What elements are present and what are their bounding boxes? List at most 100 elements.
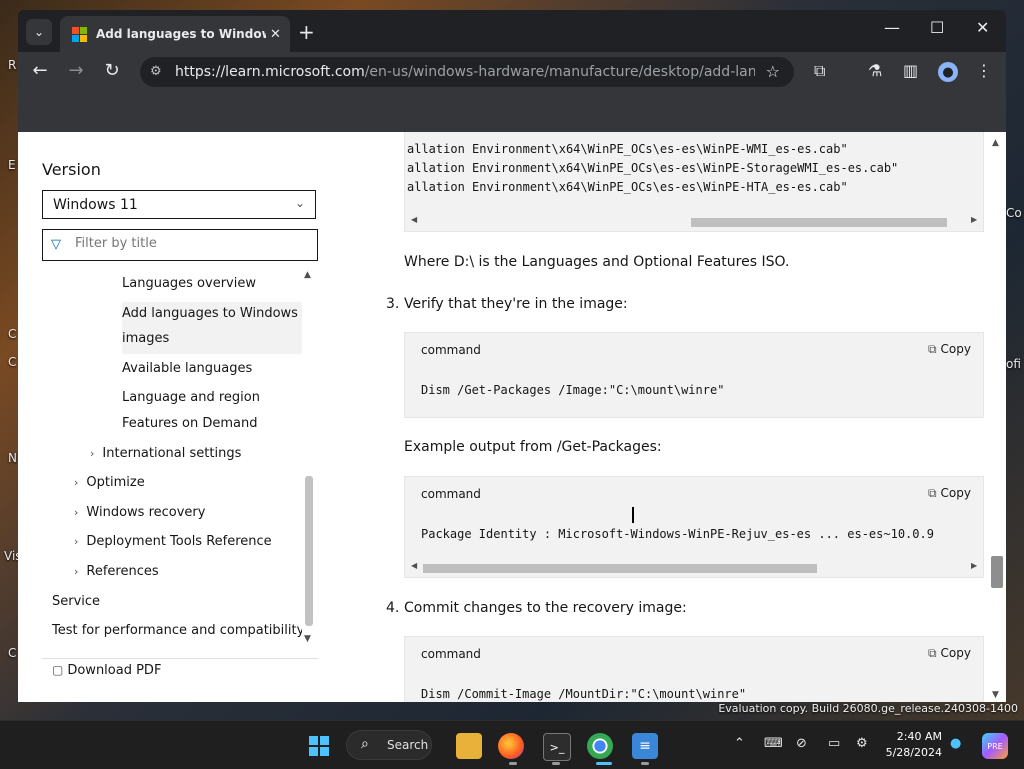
page-scrollbar[interactable]: ▲ ▼ [988,132,1006,702]
scroll-right-icon[interactable]: ▶ [971,561,977,570]
divider [42,658,318,659]
more-menu-icon[interactable]: ⋮ [976,61,992,80]
forward-icon[interactable]: → [64,60,88,81]
browser-tab[interactable]: Add languages to Windows im ✕ [60,16,290,52]
close-tab-icon[interactable]: ✕ [270,27,281,42]
network-off-icon[interactable]: ⊘ [796,736,807,751]
notepad-icon[interactable]: ≡ [632,733,658,759]
pdf-icon: ▢ [52,663,64,677]
windows-start-icon[interactable] [306,733,332,759]
chevron-right-icon: › [90,447,95,460]
file-explorer-icon[interactable] [456,733,482,759]
download-pdf-link[interactable]: ▢ Download PDF [52,663,161,678]
chrome-icon[interactable] [587,733,613,759]
search-label: Search [387,738,429,752]
toc-item-deployment-tools[interactable]: › Deployment Tools Reference [74,534,272,549]
scroll-down-icon[interactable]: ▼ [304,634,311,644]
settings-icon[interactable]: ⚙ [856,736,868,751]
side-panel-icon[interactable]: ▥ [903,61,918,80]
browser-toolbar: ← → ↻ ⚙ https://learn.microsoft.com/en-u… [18,52,1006,92]
copilot-icon[interactable]: PRE [982,733,1008,759]
copy-button[interactable]: ⧉ Copy [928,646,971,661]
copy-button[interactable]: ⧉ Copy [928,342,971,357]
running-indicator [509,762,517,765]
version-label: Version [42,160,101,179]
taskbar-clock[interactable]: 2:40 AM 5/28/2024 [882,729,942,761]
where-paragraph: Where D:\ is the Languages and Optional … [404,254,790,270]
left-sidebar: Version Windows 11 ⌄ ▽ Languages overvie… [18,132,358,702]
chevron-right-icon: › [74,565,79,578]
toc-scroll-thumb[interactable] [305,476,313,626]
display-icon[interactable]: ▭ [828,736,840,751]
filter-box[interactable]: ▽ [42,229,318,261]
bell-icon[interactable]: ● [950,736,961,751]
desktop-label: E [8,158,16,172]
chevron-right-icon: › [74,506,79,519]
copy-button[interactable]: ⧉ Copy [928,486,971,501]
code-header: command ⧉ Copy [405,477,983,511]
version-select[interactable]: Windows 11 ⌄ [42,190,316,219]
step-number: 4. [386,600,400,616]
code-scroll-thumb[interactable] [423,564,817,573]
code-header: command ⧉ Copy [405,637,983,671]
bookmark-bar [18,92,1006,133]
toc-item-add-languages[interactable]: Add languages to Windows [122,306,298,321]
toc-item-languages-overview[interactable]: Languages overview [122,276,256,291]
toc-item-optimize[interactable]: › Optimize [74,475,145,490]
profile-avatar-icon[interactable]: ● [938,62,958,82]
toc-item-international-settings[interactable]: › International settings [90,446,241,461]
scroll-left-icon[interactable]: ◀ [411,215,417,224]
extensions-icon[interactable]: ⧉ [814,61,825,81]
windows-logo-svg [309,736,329,756]
code-hscrollbar[interactable]: ◀ ▶ [405,215,983,229]
scroll-down-icon[interactable]: ▼ [992,690,999,700]
scroll-up-icon[interactable]: ▲ [992,138,999,148]
keyboard-icon[interactable]: ⌨ [764,736,783,751]
maximize-icon[interactable]: ☐ [930,18,944,37]
step-number: 3. [386,296,400,312]
copy-icon: ⧉ [927,342,937,356]
chevron-up-icon[interactable]: ⌃ [734,736,745,751]
back-icon[interactable]: ← [28,60,52,81]
new-tab-button[interactable]: + [298,20,315,44]
scroll-up-icon[interactable]: ▲ [304,270,311,280]
labs-flask-icon[interactable]: ⚗ [868,61,882,80]
toc-item-available-languages[interactable]: Available languages [122,361,252,376]
toc-item-windows-recovery[interactable]: › Windows recovery [74,505,205,520]
scroll-right-icon[interactable]: ▶ [971,215,977,224]
url-text[interactable]: https://learn.microsoft.com/en-us/window… [175,64,755,80]
site-info-icon[interactable]: ⚙ [150,64,162,79]
example-paragraph: Example output from /Get-Packages: [404,439,662,455]
toc-scrollbar[interactable]: ▲ ▼ [302,270,316,650]
filter-icon: ▽ [51,237,61,252]
desktop-label: N [8,451,17,465]
close-window-icon[interactable]: ✕ [976,18,989,37]
terminal-icon[interactable]: >_ [543,733,571,761]
address-bar[interactable]: ⚙ https://learn.microsoft.com/en-us/wind… [140,57,794,87]
bookmark-star-icon[interactable]: ☆ [766,62,780,81]
chevron-down-icon[interactable]: ⌄ [26,19,52,45]
copy-icon: ⧉ [927,646,937,660]
url-domain: https://learn.microsoft.com [175,64,365,80]
step3-text: Verify that they're in the image: [404,296,628,312]
toc-item-features-on-demand[interactable]: Features on Demand [122,416,257,431]
running-indicator [552,762,560,765]
taskbar-search[interactable]: ⌕ Search [346,730,432,760]
toc-item-add-languages-line2[interactable]: images [122,331,169,346]
code-scroll-thumb[interactable] [691,218,947,227]
scroll-left-icon[interactable]: ◀ [411,561,417,570]
code-language-label: command [421,343,481,357]
text-cursor-icon [632,507,634,523]
firefox-icon[interactable] [498,733,524,759]
toc-item-language-region[interactable]: Language and region [122,390,260,405]
toc-item-service[interactable]: Service [52,594,100,609]
code-hscrollbar[interactable]: ◀ ▶ [405,561,983,575]
filter-input[interactable] [73,235,307,252]
reload-icon[interactable]: ↻ [100,60,124,81]
minimize-icon[interactable]: — [884,18,900,37]
desktop-label: Co [1006,206,1022,220]
page-scroll-thumb[interactable] [991,556,1003,588]
article-content: allation Environment\x64\WinPE_OCs\es-es… [358,132,988,702]
toc-item-references[interactable]: › References [74,564,159,579]
toc-item-test-performance[interactable]: Test for performance and compatibility [52,623,304,638]
